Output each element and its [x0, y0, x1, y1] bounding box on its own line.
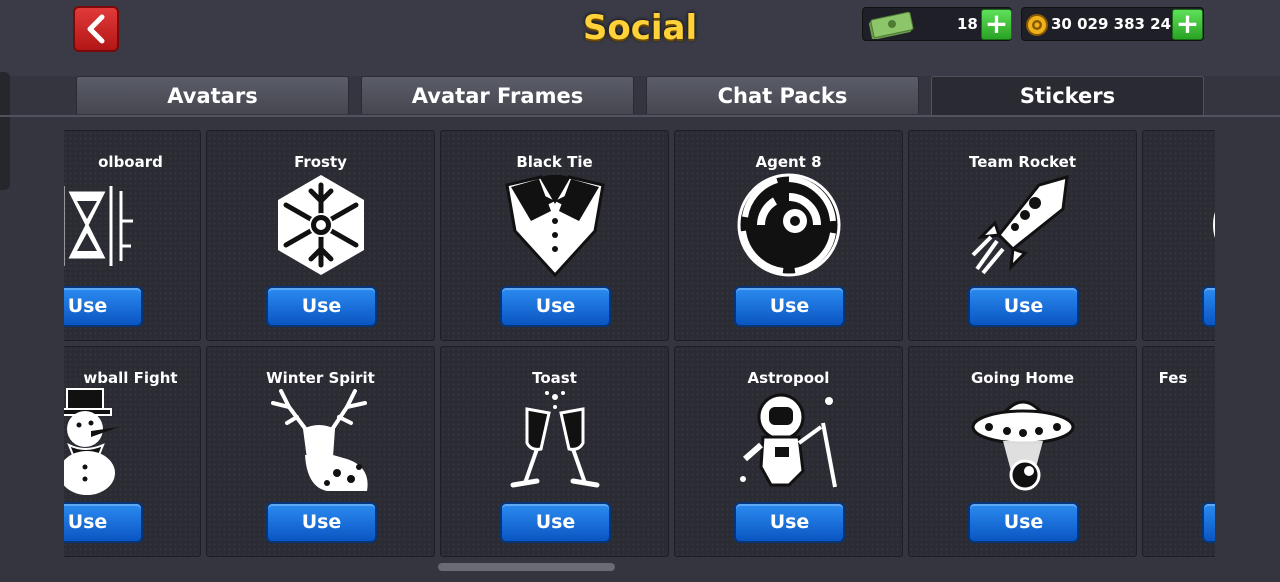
ufo-icon	[971, 400, 1075, 491]
partial-sticker-icon	[1213, 211, 1215, 239]
tab-chat-packs[interactable]: Chat Packs	[646, 76, 919, 114]
sticker-name: Going Home	[970, 369, 1075, 387]
use-button[interactable]: Use	[500, 502, 611, 543]
gun-barrel-8ball-icon	[737, 173, 841, 277]
sticker-name: Fes	[1158, 369, 1188, 387]
sticker-card: Fes Use	[1142, 346, 1215, 557]
champagne-glasses-icon	[510, 391, 600, 488]
coin-value: 30 029 383 245	[1051, 15, 1182, 33]
use-button[interactable]: Use	[64, 502, 143, 543]
sticker-card: Winter Spirit Use	[206, 346, 435, 557]
add-cash-button[interactable]: +	[981, 9, 1012, 40]
sticker-name: Black Tie	[516, 153, 593, 171]
sticker-card: Black Tie Use	[440, 130, 669, 341]
circuit-hourglass-icon	[64, 186, 133, 266]
sticker-card: Team Rocket Use	[908, 130, 1137, 341]
sticker-card: Toast Use	[440, 346, 669, 557]
cash-icon	[868, 11, 914, 39]
use-button[interactable]: Use	[64, 286, 143, 327]
sticker-grid[interactable]: olboard Use Frosty Use Black Tie Use Age…	[64, 120, 1215, 572]
sticker-card: Astropool Use	[674, 346, 903, 557]
horizontal-scrollbar[interactable]	[438, 563, 615, 571]
reindeer-icon	[271, 389, 368, 491]
use-button[interactable]: Use	[266, 502, 377, 543]
sticker-card: wball Fight Use	[64, 346, 201, 557]
use-button[interactable]: Use	[734, 502, 845, 543]
sticker-card: Frosty Use	[206, 130, 435, 341]
sticker-name: Astropool	[747, 369, 830, 387]
partial-sticker-icon	[1203, 387, 1215, 495]
sticker-card: Use	[1142, 130, 1215, 341]
use-button[interactable]: Use	[266, 286, 377, 327]
use-button[interactable]: Use	[500, 286, 611, 327]
sticker-name: Agent 8	[755, 153, 822, 171]
sticker-card: Agent 8 Use	[674, 130, 903, 341]
astronaut-icon	[740, 393, 837, 488]
sticker-name: Toast	[532, 369, 577, 387]
use-button[interactable]: Use	[968, 502, 1079, 543]
sticker-name: Team Rocket	[968, 153, 1077, 171]
rocket-icon	[971, 174, 1069, 275]
snowman-icon	[64, 388, 119, 495]
coin-icon	[1026, 14, 1048, 36]
snowflake-8ball-icon	[278, 175, 364, 275]
add-coins-button[interactable]: +	[1172, 9, 1203, 40]
cash-value: 18	[957, 15, 978, 33]
use-button[interactable]: Use	[1202, 502, 1215, 543]
sticker-name: Winter Spirit	[266, 369, 375, 387]
tab-bar: Avatars Avatar Frames Chat Packs Sticker…	[0, 76, 1280, 116]
tab-avatar-frames[interactable]: Avatar Frames	[361, 76, 634, 114]
tuxedo-icon	[505, 175, 605, 278]
sticker-card: Going Home Use	[908, 346, 1137, 557]
tab-avatars[interactable]: Avatars	[76, 76, 349, 114]
tab-stickers[interactable]: Stickers	[931, 76, 1204, 116]
use-button[interactable]: Use	[1202, 286, 1215, 327]
coin-counter: 30 029 383 245 +	[1021, 7, 1204, 41]
use-button[interactable]: Use	[968, 286, 1079, 327]
use-button[interactable]: Use	[734, 286, 845, 327]
cash-counter: 18 +	[862, 7, 1012, 41]
tab-divider	[0, 115, 1280, 117]
sticker-name: Frosty	[294, 153, 347, 171]
sticker-card: olboard Use	[64, 130, 201, 341]
